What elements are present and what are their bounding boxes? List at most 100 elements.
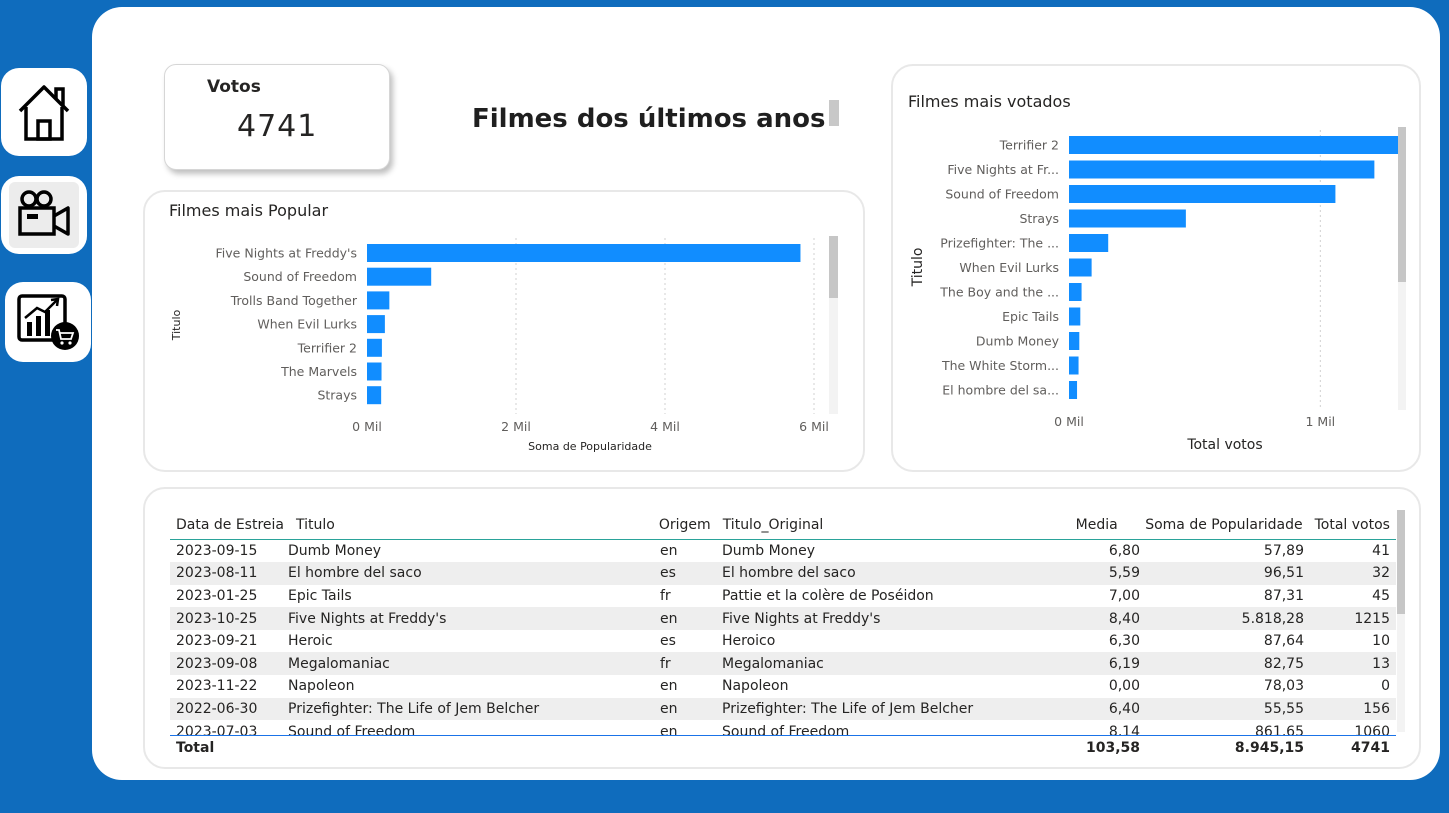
bar[interactable] — [1069, 234, 1109, 252]
table-row[interactable]: 2023-11-22 Napoleon en Napoleon 0,00 78,03 0 — [170, 675, 1396, 698]
bar[interactable] — [1069, 258, 1092, 277]
nav-movies-button[interactable] — [1, 176, 87, 254]
cell-origem: fr — [660, 587, 671, 604]
cell-media: 0,00 — [1108, 678, 1140, 695]
col-header-media[interactable]: Media — [1070, 505, 1140, 539]
cell-origem: es — [660, 565, 676, 582]
total-votos: 4741 — [1310, 734, 1396, 761]
cell-origem: en — [660, 610, 678, 627]
page-title: Filmes dos últimos anos — [472, 104, 826, 134]
y-category-label: Prizefighter: The ... — [940, 236, 1059, 251]
bar[interactable] — [1069, 160, 1375, 179]
cell-data-estreia: 2023-09-08 — [176, 655, 258, 672]
col-header-popularidade[interactable]: Soma de Popularidade — [1139, 505, 1308, 539]
bar[interactable] — [1069, 307, 1081, 326]
voted-chart-scroll-thumb[interactable] — [1398, 127, 1406, 282]
cell-popularidade: 861,65 — [1255, 723, 1304, 735]
total-popularidade: 8.945,15 — [1146, 734, 1310, 761]
cell-origem: en — [660, 542, 678, 559]
table-total-row: Total 103,58 8.945,15 4741 — [170, 734, 1396, 761]
table-row[interactable]: 2023-09-15 Dumb Money en Dumb Money 6,80 57,8… — [170, 540, 1396, 563]
cell-popularidade: 82,75 — [1263, 655, 1304, 672]
cell-titulo-original: El hombre del saco — [722, 565, 856, 582]
cell-titulo: Sound of Freedom — [288, 723, 416, 735]
col-header-titulo-original[interactable]: Titulo_Original — [717, 505, 1070, 539]
table-scroll-thumb[interactable] — [1397, 510, 1405, 614]
cell-titulo: Napoleon — [288, 678, 355, 695]
y-category-label: El hombre del sa... — [942, 383, 1059, 398]
table-row[interactable]: 2023-09-08 Megalomaniac fr Megalomaniac 6,19… — [170, 652, 1396, 676]
nav-sales-button[interactable] — [5, 282, 91, 362]
cell-origem: fr — [660, 655, 671, 672]
y-category-label: The Boy and the ... — [939, 285, 1059, 300]
y-category-label: Strays — [317, 388, 357, 403]
y-category-label: Five Nights at Fr... — [947, 162, 1059, 177]
y-category-label: Terrifier 2 — [999, 138, 1059, 153]
cell-titulo-original: Sound of Freedom — [722, 723, 850, 735]
bar[interactable] — [367, 315, 385, 334]
bar[interactable] — [1069, 283, 1082, 301]
nav-movies-active-bg — [9, 182, 79, 248]
bar[interactable] — [367, 291, 390, 310]
cell-popularidade: 87,31 — [1263, 587, 1304, 604]
cell-media: 6,30 — [1108, 633, 1140, 650]
cell-titulo-original: Napoleon — [722, 678, 789, 695]
x-tick-label: 1 Mil — [1305, 414, 1335, 429]
cell-total-votos: 1215 — [1354, 610, 1390, 627]
cell-media: 7,00 — [1108, 587, 1140, 604]
popular-chart-scroll-thumb[interactable] — [829, 236, 838, 298]
cell-popularidade: 78,03 — [1263, 678, 1304, 695]
popular-bar-chart[interactable]: 0 Mil 2 Mil 4 Mil 6 Mil Five Nights at Fredd… — [160, 230, 840, 460]
title-marker — [829, 100, 839, 126]
cell-data-estreia: 2023-08-11 — [176, 565, 258, 582]
cell-popularidade: 87,64 — [1263, 633, 1304, 650]
nav-home-button[interactable] — [1, 68, 87, 156]
votos-kpi-card: Votos 4741 — [164, 64, 390, 170]
cell-titulo: Dumb Money — [288, 542, 382, 559]
col-header-origem[interactable]: Origem — [653, 505, 717, 539]
cell-total-votos: 45 — [1372, 587, 1390, 604]
bar[interactable] — [367, 362, 382, 381]
y-category-label: When Evil Lurks — [257, 317, 357, 332]
y-category-label: Dumb Money — [976, 334, 1060, 349]
y-category-label: Trolls Band Together — [230, 293, 358, 308]
cell-titulo-original: Dumb Money — [722, 542, 816, 559]
y-category-label: Terrifier 2 — [297, 340, 357, 355]
cell-data-estreia: 2023-11-22 — [176, 678, 258, 695]
popular-chart-title: Filmes mais Popular — [169, 201, 329, 220]
bar[interactable] — [1069, 356, 1079, 375]
bar[interactable] — [1069, 381, 1078, 399]
table-row[interactable]: 2023-08-11 El hombre del saco es El hombre … — [170, 562, 1396, 585]
bar[interactable] — [1069, 332, 1080, 350]
bar[interactable] — [367, 386, 382, 405]
table-row[interactable]: 2023-01-25 Epic Tails fr Pattie et la colèr… — [170, 585, 1396, 608]
cell-total-votos: 0 — [1381, 678, 1390, 695]
cell-media: 6,19 — [1108, 655, 1140, 672]
voted-bar-chart[interactable]: 0 Mil 1 Mil Terrifier 2 Five Nights at Fr..… — [900, 125, 1400, 460]
cell-titulo: Prizefighter: The Life of Jem Belcher — [288, 700, 540, 717]
bar[interactable] — [367, 338, 382, 357]
col-header-data-estreia[interactable]: Data de Estreia — [170, 505, 290, 539]
table-row[interactable]: 2022-06-30 Prizefighter: The Life of Jem … — [170, 697, 1396, 721]
bar[interactable] — [367, 244, 801, 262]
table-row[interactable]: 2023-09-21 Heroic es Heroico 6,30 87,64 10 — [170, 630, 1396, 653]
cell-total-votos: 32 — [1372, 565, 1390, 582]
bar[interactable] — [1069, 185, 1336, 203]
cell-total-votos: 156 — [1363, 700, 1390, 717]
table-row[interactable]: 2023-10-25 Five Nights at Freddy's en Five … — [170, 607, 1396, 630]
votos-value: 4741 — [237, 109, 318, 144]
bar[interactable] — [1069, 209, 1186, 228]
y-axis-title: Titulo — [910, 248, 926, 288]
y-category-label: Five Nights at Freddy's — [216, 246, 357, 261]
cell-titulo: El hombre del saco — [288, 565, 422, 582]
x-axis-title: Total votos — [1186, 437, 1262, 453]
table-row[interactable]: 2023-07-03 Sound of Freedom en Sound of Fre… — [170, 720, 1396, 735]
col-header-total-votos[interactable]: Total votos — [1309, 505, 1396, 539]
votos-label: Votos — [207, 77, 261, 97]
table-body-scroll[interactable]: 2023-09-15 Dumb Money en Dumb Money 6,80 57,8… — [170, 540, 1396, 735]
cell-titulo-original: Pattie et la colère de Poséidon — [722, 587, 934, 604]
bar[interactable] — [367, 267, 432, 286]
chart-cart-icon — [17, 294, 79, 350]
col-header-titulo[interactable]: Titulo — [290, 505, 653, 539]
bar[interactable] — [1069, 136, 1400, 154]
